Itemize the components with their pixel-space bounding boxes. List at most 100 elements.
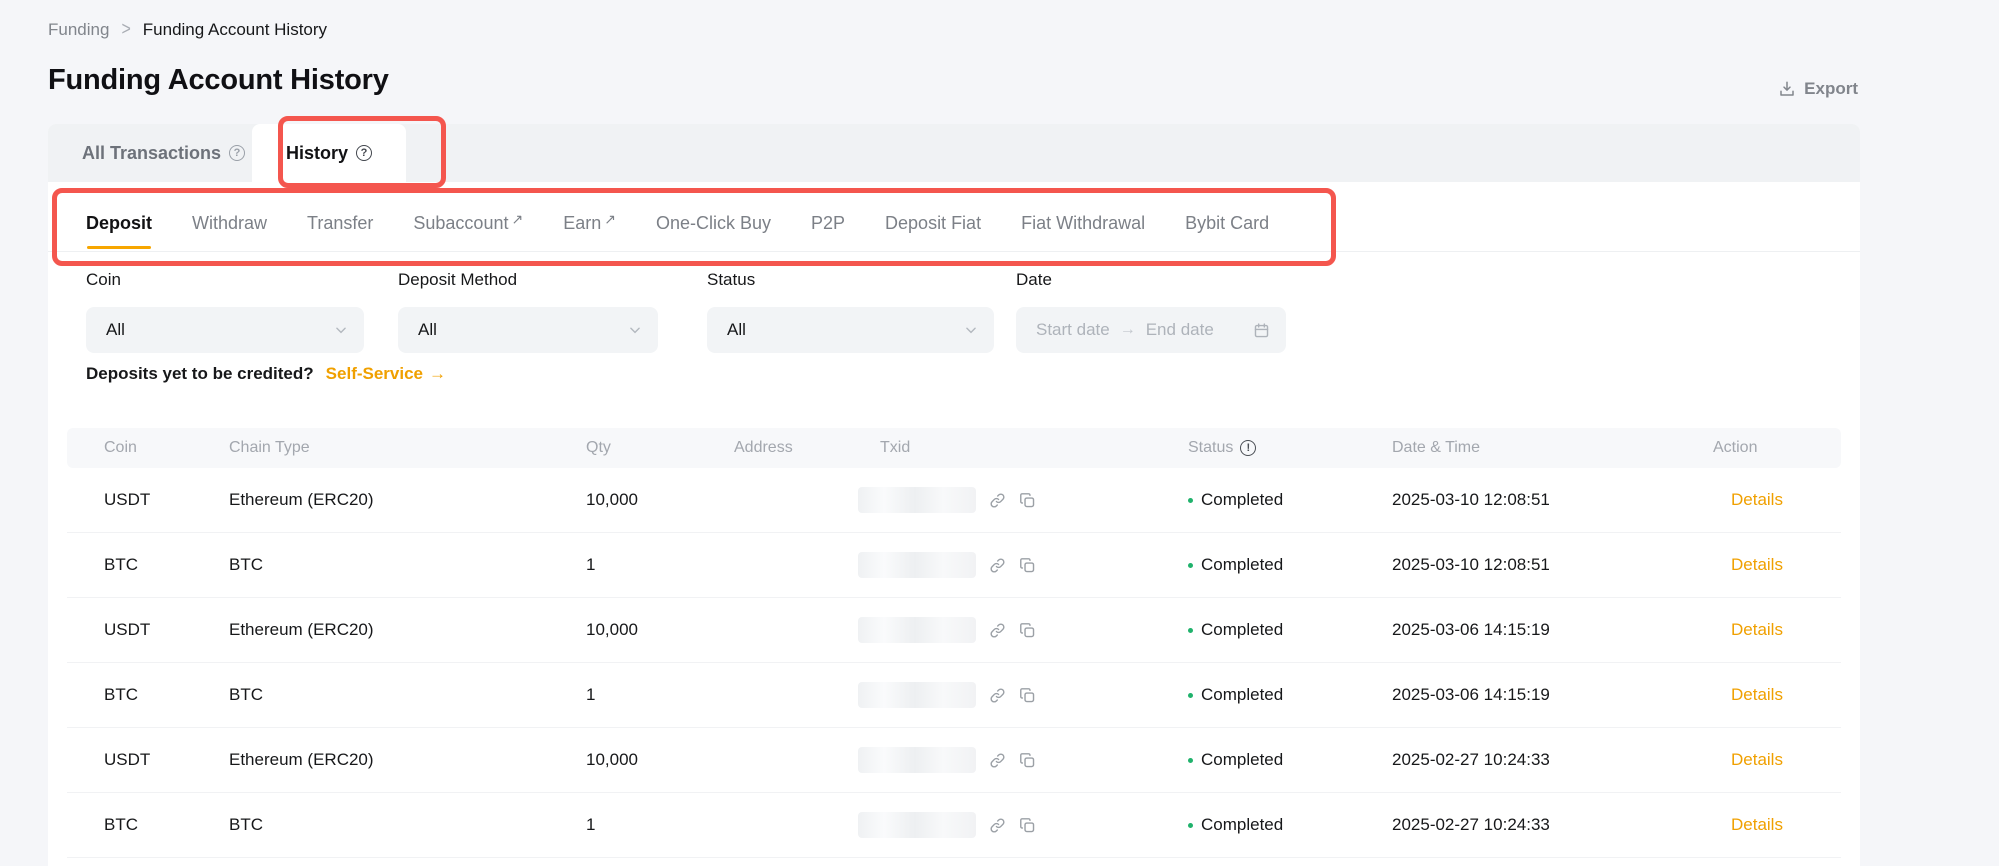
details-link[interactable]: Details: [1731, 750, 1783, 769]
status-info-icon[interactable]: !: [1240, 440, 1256, 456]
details-link[interactable]: Details: [1731, 490, 1783, 509]
date-range-arrow-icon: →: [1120, 321, 1136, 339]
details-link[interactable]: Details: [1731, 555, 1783, 574]
subtab-one-click-buy[interactable]: One-Click Buy: [656, 213, 771, 234]
details-link[interactable]: Details: [1731, 620, 1783, 639]
status-dot-icon: [1188, 758, 1193, 763]
cell-coin: USDT: [104, 490, 229, 510]
cell-chain-type: BTC: [229, 685, 586, 705]
cell-coin: USDT: [104, 620, 229, 640]
deposit-history-table: Coin Chain Type Qty Address Txid Status …: [67, 428, 1841, 858]
txid-copy-icon[interactable]: [1019, 687, 1036, 704]
subtab-fiat-withdrawal[interactable]: Fiat Withdrawal: [1021, 213, 1145, 234]
page-title: Funding Account History: [48, 64, 389, 97]
cell-status: Completed: [1188, 490, 1392, 510]
table-row: USDT Ethereum (ERC20) 10,000 Completed: [67, 468, 1841, 533]
table-row: BTC BTC 1 Completed 2025-02-2: [67, 793, 1841, 858]
cell-chain-type: Ethereum (ERC20): [229, 490, 586, 510]
cell-qty: 10,000: [586, 620, 734, 640]
tab-all-transactions[interactable]: All Transactions ?: [48, 124, 252, 182]
col-header-chain-type: Chain Type: [229, 439, 586, 457]
coin-select[interactable]: All: [86, 307, 364, 353]
details-link[interactable]: Details: [1731, 815, 1783, 834]
txid-explorer-link-icon[interactable]: [989, 492, 1006, 509]
txid-copy-icon[interactable]: [1019, 622, 1036, 639]
subtab-deposit[interactable]: Deposit: [86, 213, 152, 234]
calendar-icon[interactable]: [1253, 322, 1270, 339]
pending-deposit-notice: Deposits yet to be credited? Self-Servic…: [86, 364, 446, 384]
cell-datetime: 2025-03-10 12:08:51: [1392, 490, 1713, 510]
status-dot-icon: [1188, 498, 1193, 503]
export-button[interactable]: Export: [1778, 79, 1858, 99]
date-filter-label: Date: [1016, 270, 1286, 290]
content-card: All Transactions ? History ? Deposit Wit…: [48, 124, 1860, 866]
deposit-method-select-value: All: [418, 320, 628, 340]
table-row: USDT Ethereum (ERC20) 10,000 Completed: [67, 728, 1841, 793]
breadcrumb-separator-icon: >: [121, 19, 130, 41]
tab-history[interactable]: History ?: [252, 124, 406, 182]
status-filter: Status All: [707, 270, 994, 353]
subtab-bybit-card[interactable]: Bybit Card: [1185, 213, 1269, 234]
tab-history-label: History: [286, 143, 348, 164]
table-row: USDT Ethereum (ERC20) 10,000 Completed: [67, 598, 1841, 663]
cell-status: Completed: [1188, 620, 1392, 640]
status-text: Completed: [1201, 815, 1283, 835]
cell-coin: BTC: [104, 555, 229, 575]
status-select[interactable]: All: [707, 307, 994, 353]
subtab-withdraw[interactable]: Withdraw: [192, 213, 267, 234]
subtab-deposit-fiat-label: Deposit Fiat: [885, 213, 981, 234]
tab-all-transactions-label: All Transactions: [82, 143, 221, 164]
txid-redacted-blur: [858, 747, 976, 773]
start-date-input[interactable]: Start date: [1036, 320, 1110, 340]
cell-chain-type: BTC: [229, 815, 586, 835]
subtab-deposit-fiat[interactable]: Deposit Fiat: [885, 213, 981, 234]
col-header-txid: Txid: [880, 439, 1188, 457]
details-link[interactable]: Details: [1731, 685, 1783, 704]
subtab-subaccount[interactable]: Subaccount↗: [413, 213, 523, 234]
date-range-picker[interactable]: Start date → End date: [1016, 307, 1286, 353]
cell-qty: 1: [586, 815, 734, 835]
subtab-one-click-buy-label: One-Click Buy: [656, 213, 771, 234]
txid-explorer-link-icon[interactable]: [989, 557, 1006, 574]
cell-qty: 1: [586, 555, 734, 575]
txid-copy-icon[interactable]: [1019, 492, 1036, 509]
table-row: BTC BTC 1 Completed 2025-03-1: [67, 533, 1841, 598]
subtab-p2p-label: P2P: [811, 213, 845, 234]
subtab-earn-label: Earn: [563, 213, 601, 234]
chevron-down-icon: [628, 323, 642, 337]
txid-redacted-blur: [858, 552, 976, 578]
subtab-p2p[interactable]: P2P: [811, 213, 845, 234]
cell-datetime: 2025-02-27 10:24:33: [1392, 815, 1713, 835]
all-transactions-help-icon[interactable]: ?: [229, 145, 245, 161]
cell-qty: 10,000: [586, 750, 734, 770]
txid-copy-icon[interactable]: [1019, 557, 1036, 574]
deposit-method-select[interactable]: All: [398, 307, 658, 353]
status-select-value: All: [727, 320, 964, 340]
self-service-arrow-icon[interactable]: →: [429, 364, 446, 384]
external-link-icon: ↗: [604, 211, 616, 228]
txid-copy-icon[interactable]: [1019, 752, 1036, 769]
history-help-icon[interactable]: ?: [356, 145, 372, 161]
txid-explorer-link-icon[interactable]: [989, 622, 1006, 639]
self-service-link[interactable]: Self-Service: [326, 364, 423, 384]
subtab-transfer[interactable]: Transfer: [307, 213, 373, 234]
cell-datetime: 2025-02-27 10:24:33: [1392, 750, 1713, 770]
cell-qty: 10,000: [586, 490, 734, 510]
breadcrumb-funding-link[interactable]: Funding: [48, 20, 109, 40]
txid-explorer-link-icon[interactable]: [989, 817, 1006, 834]
txid-redacted-blur: [858, 812, 976, 838]
txid-explorer-link-icon[interactable]: [989, 687, 1006, 704]
status-filter-label: Status: [707, 270, 994, 290]
table-header-row: Coin Chain Type Qty Address Txid Status …: [67, 428, 1841, 468]
subtab-earn[interactable]: Earn↗: [563, 213, 616, 234]
end-date-input[interactable]: End date: [1146, 320, 1214, 340]
external-link-icon: ↗: [511, 211, 523, 228]
cell-chain-type: Ethereum (ERC20): [229, 750, 586, 770]
coin-select-value: All: [106, 320, 334, 340]
cell-txid: [880, 747, 1188, 773]
status-dot-icon: [1188, 628, 1193, 633]
cell-txid: [880, 552, 1188, 578]
status-text: Completed: [1201, 490, 1283, 510]
txid-explorer-link-icon[interactable]: [989, 752, 1006, 769]
txid-copy-icon[interactable]: [1019, 817, 1036, 834]
